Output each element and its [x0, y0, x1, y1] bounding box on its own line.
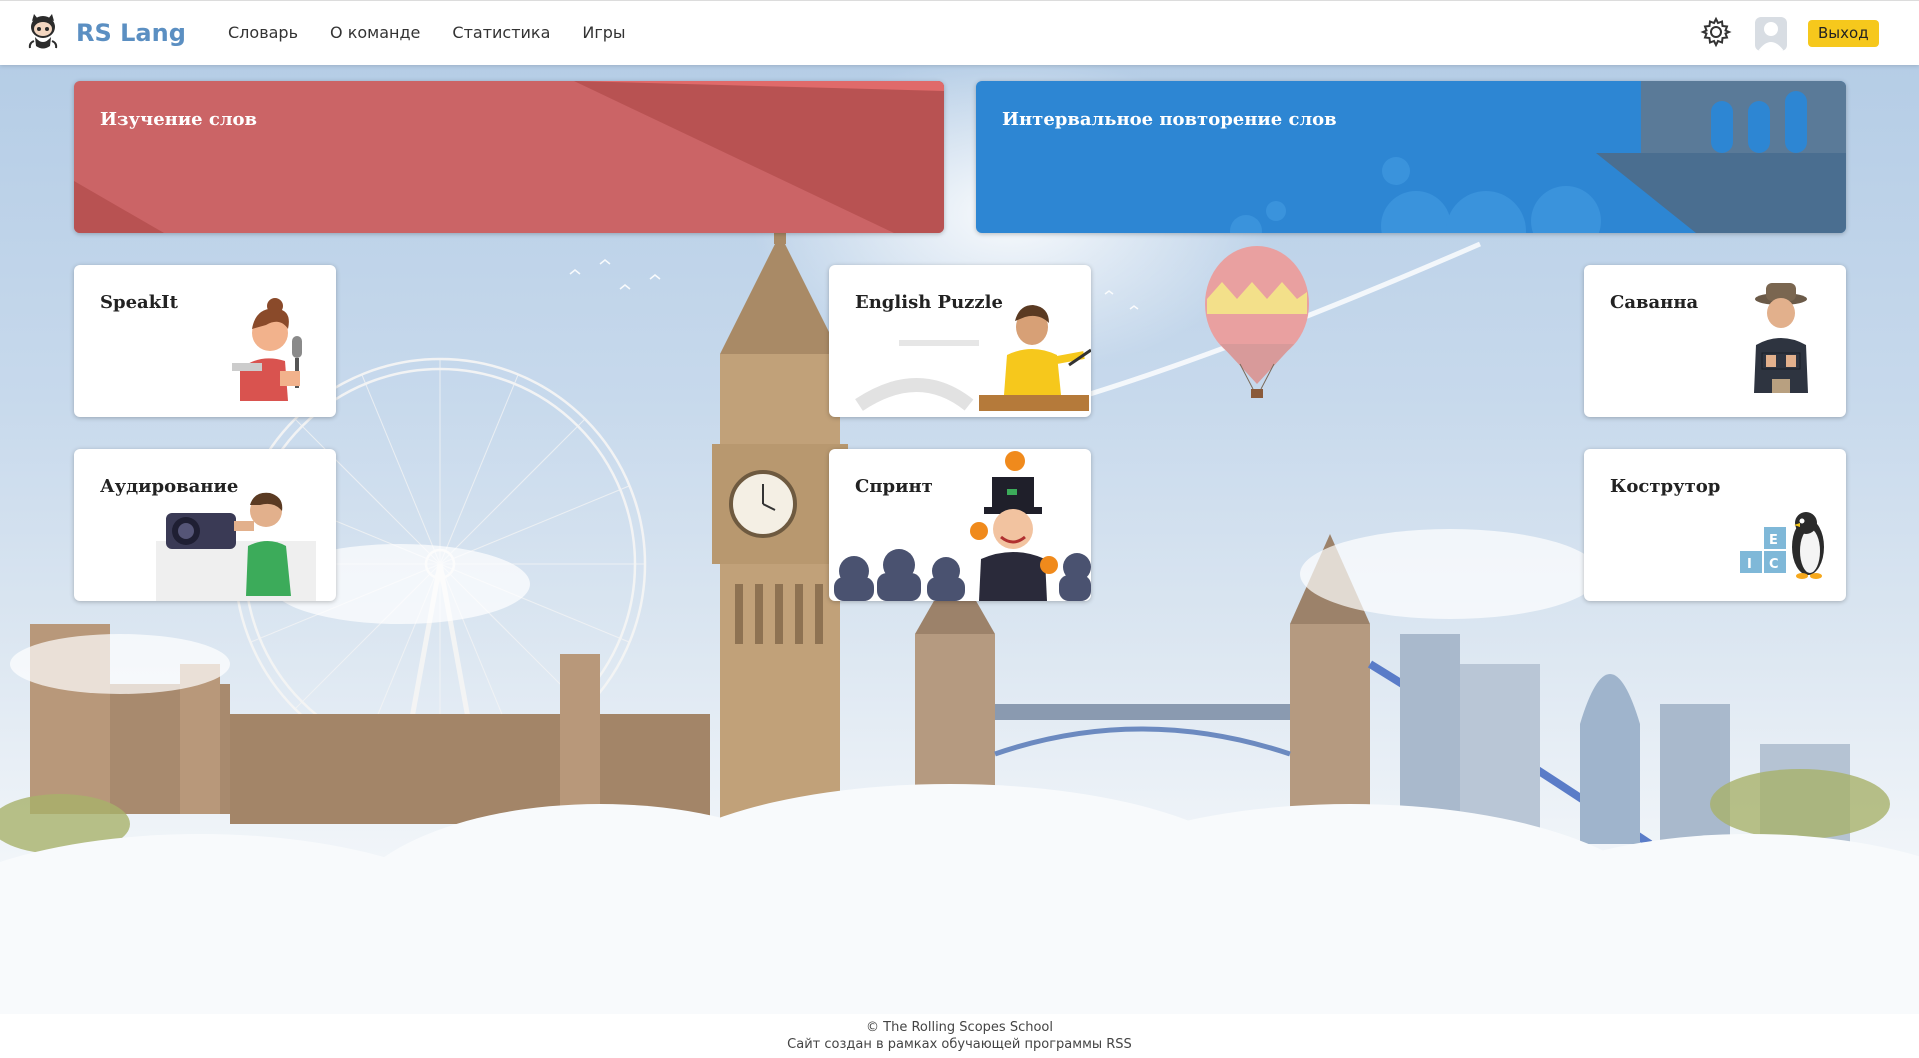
- penguin-blocks-illustration: I C E: [1740, 512, 1824, 579]
- brand-title[interactable]: RS Lang: [76, 19, 186, 47]
- svg-text:E: E: [1769, 533, 1778, 548]
- game-card-savanna[interactable]: Саванна: [1584, 265, 1846, 417]
- repeat-card-background: [1230, 81, 1846, 233]
- speaker-illustration: [232, 298, 302, 401]
- puzzle-illustration: [855, 305, 1091, 411]
- game-card-audio[interactable]: Аудирование: [74, 449, 336, 601]
- page-footer: © The Rolling Scopes School Сайт создан …: [0, 1014, 1919, 1058]
- juggler-illustration: [834, 451, 1091, 601]
- learn-card-background: [74, 81, 944, 233]
- interval-repeat-card[interactable]: Интервальное повторение слов: [976, 81, 1846, 233]
- learn-words-title: Изучение слов: [100, 109, 258, 130]
- avatar[interactable]: [1755, 17, 1787, 51]
- nav-statistics[interactable]: Статистика: [452, 23, 550, 42]
- nav-games[interactable]: Игры: [582, 23, 625, 42]
- game-title-speakit: SpeakIt: [100, 292, 178, 313]
- nav-about-team[interactable]: О команде: [330, 23, 420, 42]
- nav-dictionary[interactable]: Словарь: [228, 23, 298, 42]
- top-navbar: RS Lang Словарь О команде Статистика Игр…: [0, 0, 1919, 65]
- main-nav: Словарь О команде Статистика Игры: [228, 23, 626, 42]
- logout-button[interactable]: Выход: [1808, 20, 1879, 47]
- footer-note: Сайт создан в рамках обучающей программы…: [787, 1037, 1132, 1052]
- svg-text:C: C: [1769, 557, 1779, 572]
- user-icon: [1758, 22, 1784, 51]
- camera-operator-illustration: [156, 492, 316, 601]
- game-card-english-puzzle[interactable]: English Puzzle: [829, 265, 1091, 417]
- game-card-constructor[interactable]: Кострутор I C E: [1584, 449, 1846, 601]
- game-card-speakit[interactable]: SpeakIt: [74, 265, 336, 417]
- github-octocat-icon[interactable]: [26, 13, 60, 51]
- explorer-illustration: [1754, 283, 1808, 393]
- footer-copyright: © The Rolling Scopes School: [866, 1020, 1053, 1035]
- gear-icon[interactable]: [1700, 16, 1732, 48]
- game-title-constructor: Кострутор: [1610, 476, 1721, 497]
- game-title-savanna: Саванна: [1610, 292, 1699, 313]
- interval-repeat-title: Интервальное повторение слов: [1002, 109, 1337, 130]
- game-card-sprint[interactable]: Спринт: [829, 449, 1091, 601]
- svg-text:I: I: [1747, 557, 1752, 572]
- learn-words-card[interactable]: Изучение слов: [74, 81, 944, 233]
